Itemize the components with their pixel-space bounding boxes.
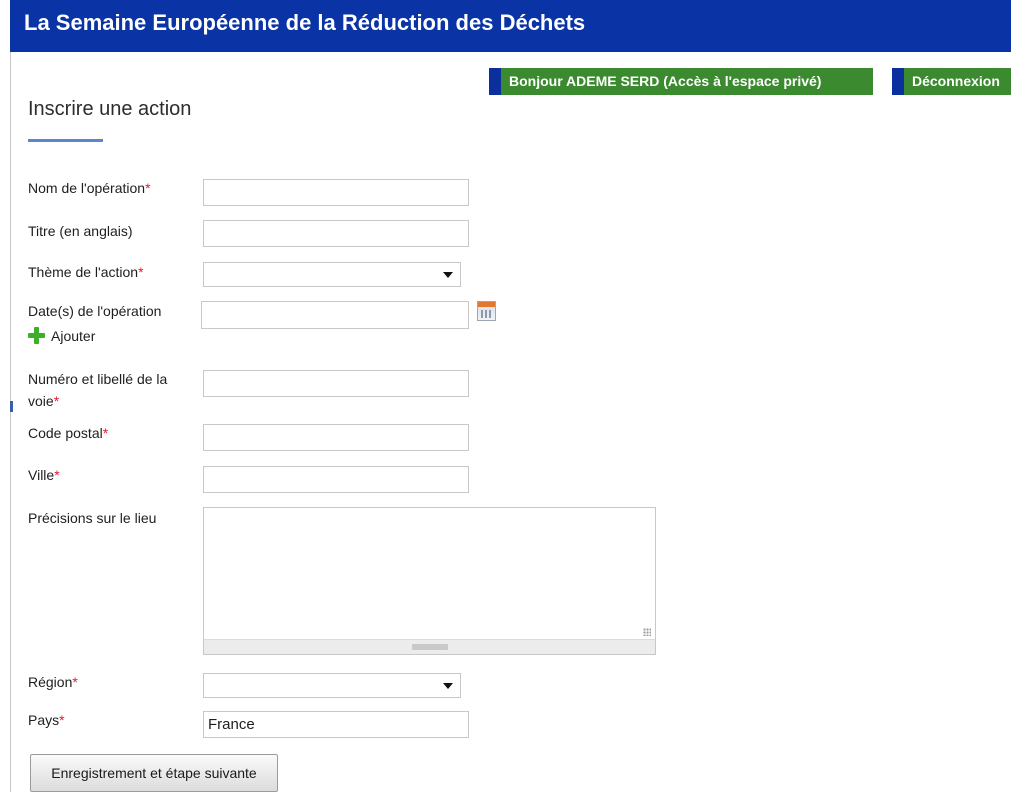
operation-name-label: Nom de l'opération* — [28, 180, 151, 196]
save-next-button[interactable]: Enregistrement et étape suivante — [30, 754, 278, 792]
required-marker: * — [72, 674, 78, 690]
location-details-field — [203, 507, 659, 655]
site-title: La Semaine Européenne de la Réduction de… — [24, 10, 586, 35]
english-title-input[interactable] — [203, 220, 469, 247]
location-details-label: Précisions sur le lieu — [28, 510, 157, 526]
street-label: Numéro et libellé de la voie* — [28, 371, 168, 409]
city-input[interactable] — [203, 466, 469, 493]
region-label: Région* — [28, 674, 78, 690]
region-select[interactable] — [203, 673, 461, 698]
logout-link[interactable]: Déconnexion — [892, 68, 1011, 95]
postal-code-input[interactable] — [203, 424, 469, 451]
theme-select[interactable] — [203, 262, 461, 287]
required-marker: * — [138, 264, 144, 280]
site-header: La Semaine Européenne de la Réduction de… — [10, 0, 1011, 52]
location-details-textarea[interactable] — [204, 508, 659, 644]
horizontal-scrollbar[interactable] — [204, 639, 655, 654]
country-label: Pays* — [28, 712, 65, 728]
postal-code-label: Code postal* — [28, 425, 109, 441]
plus-icon — [28, 327, 45, 344]
left-border — [10, 52, 11, 792]
required-marker: * — [145, 180, 151, 196]
city-label: Ville* — [28, 467, 60, 483]
scrollbar-thumb[interactable] — [412, 644, 448, 650]
title-underline — [28, 139, 103, 142]
required-marker: * — [102, 425, 109, 441]
calendar-icon[interactable] — [477, 301, 496, 321]
account-link[interactable]: Bonjour ADEME SERD (Accès à l'espace pri… — [489, 68, 873, 95]
street-input[interactable] — [203, 370, 469, 397]
required-marker: * — [59, 712, 65, 728]
required-marker: * — [54, 467, 60, 483]
dates-label: Date(s) de l'opération — [28, 303, 162, 319]
country-input[interactable] — [203, 711, 469, 738]
chevron-down-icon — [443, 683, 453, 689]
operation-name-input[interactable] — [203, 179, 469, 206]
required-marker: * — [53, 393, 60, 409]
dates-input[interactable] — [201, 301, 469, 329]
theme-label: Thème de l'action* — [28, 264, 144, 280]
english-title-label: Titre (en anglais) — [28, 223, 133, 239]
chevron-down-icon — [443, 272, 453, 278]
add-date-label: Ajouter — [51, 328, 96, 344]
page-title: Inscrire une action — [28, 98, 192, 120]
resize-handle-icon[interactable] — [643, 628, 651, 636]
add-date-button[interactable]: Ajouter — [28, 327, 95, 344]
left-border-marker — [10, 401, 13, 412]
